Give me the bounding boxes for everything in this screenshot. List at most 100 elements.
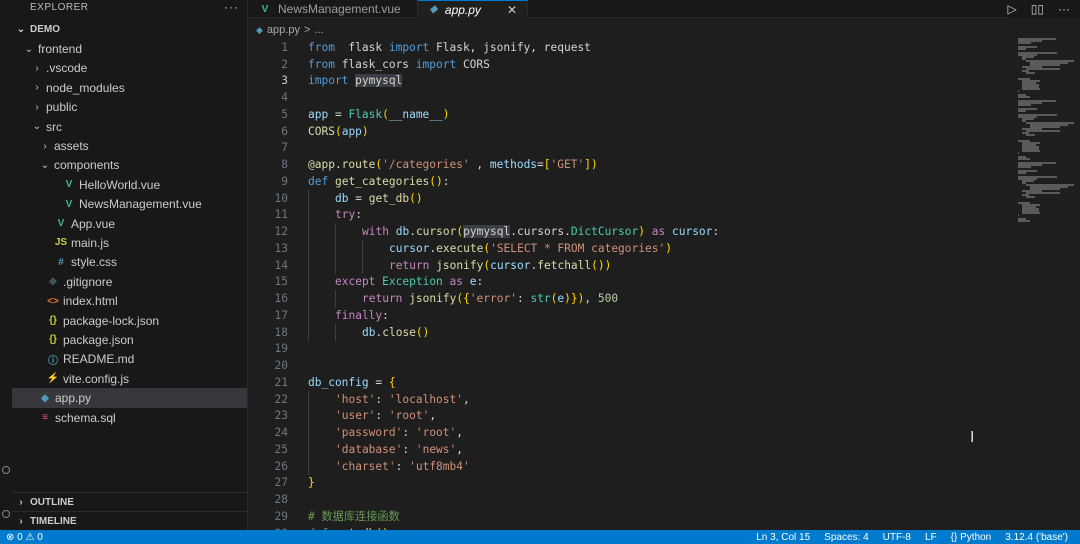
tree-file-item[interactable]: ›#style.css	[12, 253, 247, 272]
code-token: Flask	[348, 107, 383, 121]
code-token: db	[362, 325, 376, 339]
line-number: 27	[274, 476, 288, 490]
code-line[interactable]: 11 try:	[248, 207, 1008, 224]
minimap-line	[1022, 88, 1040, 90]
breadcrumb-symbol[interactable]: ...	[314, 24, 323, 36]
tree-file-item[interactable]: ›{}package.json	[12, 330, 247, 349]
tree-folder-item[interactable]: ⌄ DEMO	[12, 20, 247, 39]
tree-folder-item[interactable]: › public	[12, 98, 247, 117]
run-icon[interactable]: ▷	[1008, 2, 1017, 16]
settings-gear-icon[interactable]	[2, 510, 10, 518]
line-number: 3	[281, 74, 288, 88]
code-line[interactable]: 18 db.close()	[248, 324, 1008, 341]
tree-file-item[interactable]: ›ⓘREADME.md	[12, 350, 247, 369]
code-token: :	[516, 292, 531, 306]
code-token: close	[382, 325, 416, 339]
code-line[interactable]: 24 'password': 'root',	[248, 424, 1008, 441]
more-actions-icon[interactable]: ···	[1058, 2, 1070, 16]
tree-file-item[interactable]: ›JSmain.js	[12, 233, 247, 252]
account-icon[interactable]	[2, 466, 10, 474]
code-editor[interactable]: 1 from flask import Flask, jsonify, reque…	[248, 38, 1018, 530]
tree-file-item[interactable]: ›⚡vite.config.js	[12, 369, 247, 388]
timeline-section[interactable]: › TIMELINE	[12, 511, 247, 530]
tree-folder-item[interactable]: ⌄ components	[12, 156, 247, 175]
code-line[interactable]: 5 app = Flask(__name__)	[248, 106, 1008, 123]
tree-file-item[interactable]: ›VNewsManagement.vue	[12, 195, 247, 214]
minimap[interactable]	[1018, 38, 1080, 238]
indent-guide	[308, 424, 309, 441]
code-line[interactable]: 20	[248, 357, 1008, 374]
code-token: =	[537, 158, 544, 172]
line-number: 28	[274, 493, 288, 507]
code-token: ,	[429, 409, 437, 423]
code-line[interactable]: 12 with db.cursor(pymysql.cursors.DictCur…	[248, 223, 1008, 240]
code-line[interactable]: 8 @app.route('/categories' , methods=['GE…	[248, 156, 1008, 173]
breadcrumb-file[interactable]: app.py	[267, 24, 300, 36]
encoding[interactable]: UTF-8	[883, 532, 911, 543]
indent-guide	[308, 240, 309, 257]
code-token: cursor	[490, 258, 531, 272]
tree-file-item[interactable]: ›◆.gitignore	[12, 272, 247, 291]
code-token: 'database'	[335, 442, 403, 456]
tree-file-item[interactable]: ›◆app.py	[12, 388, 247, 408]
tree-file-item[interactable]: ›≡schema.sql	[12, 408, 247, 427]
code-line[interactable]: 17 finally:	[248, 307, 1008, 324]
code-line[interactable]: 27}	[248, 475, 1008, 492]
code-token: ({	[456, 292, 470, 306]
line-number: 20	[274, 359, 288, 373]
tree-folder-item[interactable]: › node_modules	[12, 78, 247, 97]
tree-item-label: src	[46, 119, 62, 134]
json-file-icon: {}	[49, 334, 57, 346]
code-line[interactable]: 29 # 数据库连接函数	[248, 508, 1008, 525]
indent-guide	[308, 290, 309, 307]
indentation[interactable]: Spaces: 4	[824, 532, 868, 543]
code-line[interactable]: 23 'user': 'root',	[248, 408, 1008, 425]
code-token: 'utf8mb4'	[409, 459, 470, 473]
minimap-line	[1026, 192, 1061, 194]
code-token: CORS	[456, 57, 490, 71]
tree-folder-item[interactable]: ⌄ frontend	[12, 39, 247, 58]
code-line[interactable]: 28	[248, 491, 1008, 508]
code-line[interactable]: 3 import pymysql	[248, 73, 1008, 90]
timeline-label: TIMELINE	[30, 515, 77, 527]
code-line[interactable]: 6 CORS(app)	[248, 123, 1008, 140]
code-line[interactable]: 1 from flask import Flask, jsonify, reque…	[248, 39, 1008, 56]
code-line[interactable]: 7	[248, 140, 1008, 157]
code-line[interactable]: 10 db = get_db()	[248, 190, 1008, 207]
tree-folder-item[interactable]: ⌄ src	[12, 117, 247, 136]
minimap-line	[1018, 48, 1027, 50]
language-mode[interactable]: {} Python	[951, 532, 992, 543]
tree-file-item[interactable]: ›<>index.html	[12, 291, 247, 310]
problems-indicator[interactable]: ⊗ 0 ⚠ 0	[6, 532, 43, 543]
code-line[interactable]: 16 return jsonify({'error': str(e)}), 500	[248, 290, 1008, 307]
editor-tab[interactable]: ◆ app.py ✕	[418, 0, 528, 18]
end-of-line[interactable]: LF	[925, 532, 937, 543]
tree-file-item[interactable]: ›{}package-lock.json	[12, 311, 247, 330]
code-token: # 数据库连接函数	[308, 510, 400, 524]
code-line[interactable]: 2 from flask_cors import CORS	[248, 56, 1008, 73]
code-line[interactable]: 26 'charset': 'utf8mb4'	[248, 458, 1008, 475]
tree-folder-item[interactable]: › .vscode	[12, 59, 247, 78]
tree-folder-item[interactable]: › assets	[12, 136, 247, 155]
more-actions-icon[interactable]: ···	[224, 0, 239, 14]
code-line[interactable]: 19	[248, 341, 1008, 358]
code-line[interactable]: 21 db_config = {	[248, 374, 1008, 391]
cursor-position[interactable]: Ln 3, Col 15	[756, 532, 810, 543]
code-token: ]	[584, 158, 591, 172]
code-line[interactable]: 22 'host': 'localhost',	[248, 391, 1008, 408]
code-line[interactable]: 9 def get_categories():	[248, 173, 1008, 190]
outline-section[interactable]: › OUTLINE	[12, 492, 247, 511]
python-interpreter[interactable]: 3.12.4 ('base')	[1005, 532, 1068, 543]
editor-tab[interactable]: V NewsManagement.vue	[248, 0, 418, 18]
close-tab-icon[interactable]: ✕	[507, 3, 517, 17]
code-text: finally:	[308, 309, 389, 322]
code-line[interactable]: 25 'database': 'news',	[248, 441, 1008, 458]
code-line[interactable]: 4	[248, 89, 1008, 106]
chevron-down-icon: ⌄	[40, 159, 50, 171]
tree-file-item[interactable]: ›VHelloWorld.vue	[12, 175, 247, 194]
split-editor-icon[interactable]: ▯▯	[1031, 2, 1044, 16]
code-line[interactable]: 15 except Exception as e:	[248, 274, 1008, 291]
tree-file-item[interactable]: ›VApp.vue	[12, 214, 247, 233]
